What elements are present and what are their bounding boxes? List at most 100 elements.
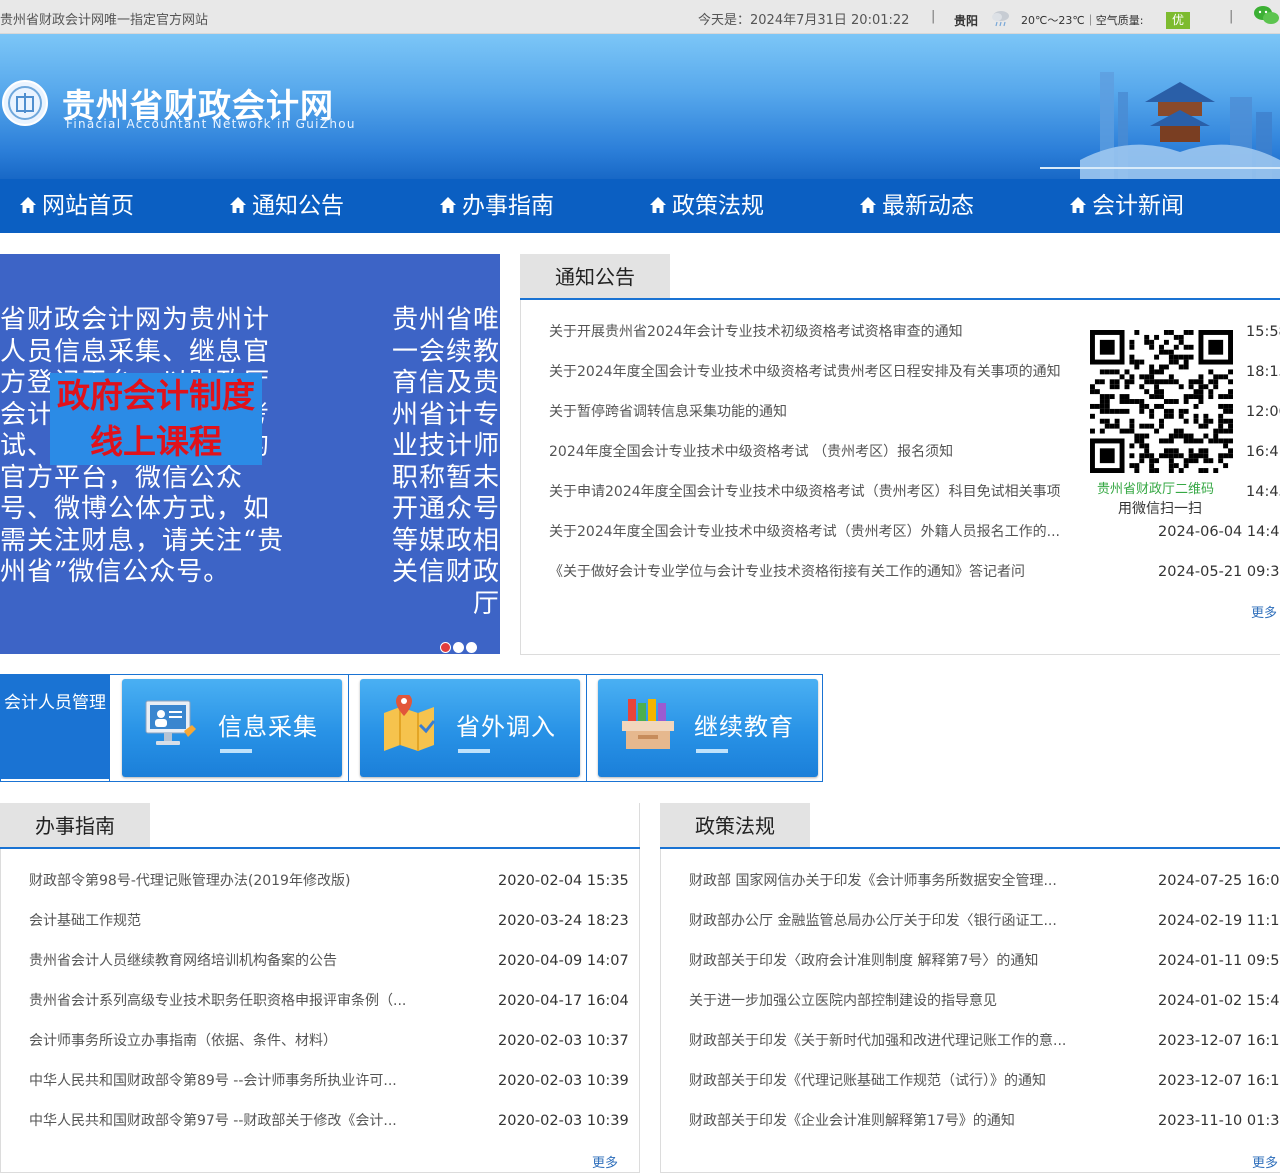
nav-label: 网站首页 (42, 193, 134, 219)
nav-label: 政策法规 (672, 193, 764, 219)
notice-panel: 通知公告 关于开展贵州省2024年会计专业技术初级资格考试资格审查的通知 15:5… (520, 254, 1280, 655)
city-skyline-image (1040, 72, 1280, 179)
item-date: 2020-03-24 18:23 (498, 913, 629, 929)
item-date: 15:58 (1246, 324, 1280, 340)
item-date: 18:15 (1246, 364, 1280, 380)
site-logo-icon[interactable] (2, 80, 48, 126)
nav-latest[interactable]: 最新动态 (859, 191, 974, 221)
transfer-in-button[interactable]: 省外调入 (360, 679, 580, 777)
nav-label: 会计新闻 (1092, 193, 1184, 219)
divider (586, 675, 587, 781)
item-title[interactable]: 关于2024年度全国会计专业技术中级资格考试贵州考区日程安排及有关事项的通知 (549, 362, 1082, 382)
policy-more-link[interactable]: 更多 (1252, 1152, 1278, 1171)
item-date: 2023-12-07 16:15 (1158, 1033, 1280, 1049)
guide-tabbar: 办事指南 (0, 803, 640, 849)
item-title[interactable]: 关于进一步加强公立医院内部控制建设的指导意见 (689, 991, 1089, 1011)
site-subtitle: Finacial Accountant Network in GuiZhou (66, 117, 356, 131)
nav-policy[interactable]: 政策法规 (649, 191, 764, 221)
continuing-education-button[interactable]: 继续教育 (598, 679, 818, 777)
item-date: 2023-12-07 16:14 (1158, 1073, 1280, 1089)
slider-dot[interactable] (466, 642, 477, 653)
weather-city: 贵阳 (954, 14, 979, 28)
banner-slider[interactable]: 省财政会计网为贵州计人员信息采集、继息官方登记平台，以财政厅会计人员继续术资格考… (0, 254, 500, 654)
tab-policy[interactable]: 政策法规 (660, 803, 810, 847)
item-title[interactable]: 财政部关于印发《企业会计准则解释第17号》的通知 (689, 1111, 1089, 1131)
home-icon (440, 197, 456, 213)
item-title[interactable]: 财政部关于印发〈政府会计准则制度 解释第7号〉的通知 (689, 951, 1089, 971)
main-nav: 网站首页 通知公告 办事指南 政策法规 最新动态 会计新闻 (0, 179, 1280, 233)
wechat-icon[interactable] (1253, 4, 1280, 28)
nav-label: 办事指南 (462, 193, 554, 219)
item-title[interactable]: 关于开展贵州省2024年会计专业技术初级资格考试资格审查的通知 (549, 322, 1082, 342)
separator: | (931, 9, 936, 24)
item-date: 16:41 (1246, 444, 1280, 460)
nav-home[interactable]: 网站首页 (19, 191, 134, 221)
item-date: 2020-02-04 15:35 (498, 873, 629, 889)
item-title[interactable]: 贵州省会计人员继续教育网络培训机构备案的公告 (29, 951, 439, 971)
tab-notices[interactable]: 通知公告 (520, 254, 670, 298)
decor-bar (458, 749, 490, 753)
item-date: 2024-01-02 15:49 (1158, 993, 1280, 1009)
service-name: 省外调入 (456, 713, 556, 741)
item-title[interactable]: 关于申请2024年度全国会计专业技术中级资格考试（贵州考区）科目免试相关事项 (549, 482, 1082, 502)
item-title[interactable]: 关于2024年度全国会计专业技术中级资格考试（贵州考区）外籍人员报名工作的... (549, 522, 1094, 542)
nav-guide[interactable]: 办事指南 (439, 191, 554, 221)
item-title[interactable]: 财政部 国家网信办关于印发《会计师事务所数据安全管理... (689, 871, 1089, 891)
guide-more-link[interactable]: 更多 (592, 1152, 618, 1171)
home-icon (650, 197, 666, 213)
top-bar: 贵州省财政会计网唯一指定官方网站 今天是：2024年7月31日 20:01:22… (0, 0, 1280, 34)
item-title[interactable]: 《关于做好会计专业学位与会计专业技术资格衔接有关工作的通知》答记者问 (549, 562, 1094, 582)
decor-bar (220, 749, 252, 753)
item-title[interactable]: 贵州省会计系列高级专业技术职务任职资格申报评审条例（... (29, 991, 439, 1011)
tab-guide[interactable]: 办事指南 (0, 803, 150, 847)
item-title[interactable]: 中华人民共和国财政部令第89号 --会计师事务所执业许可... (29, 1071, 439, 1091)
slider-text-right: 贵州省唯一会续教育信及贵州省计专业技计师职称暂未开通众号等媒政相关信财政厅 (391, 305, 500, 619)
air-quality-badge: 优 (1166, 12, 1190, 29)
promo-line-1: 政府会计制度 (57, 376, 255, 415)
item-title[interactable]: 财政部关于印发《关于新时代加强和改进代理记账工作的意... (689, 1031, 1089, 1051)
slider-dot[interactable] (453, 642, 464, 653)
service-name: 继续教育 (694, 713, 794, 741)
notice-tabbar: 通知公告 (520, 254, 1280, 300)
slider-dot[interactable] (440, 642, 451, 653)
item-title[interactable]: 财政部关于印发《代理记账基础工作规范（试行）》的通知 (689, 1071, 1089, 1091)
item-date: 2020-02-03 10:37 (498, 1033, 629, 1049)
item-date: 2020-04-09 14:07 (498, 953, 629, 969)
item-date: 2020-04-17 16:04 (498, 993, 629, 1009)
books-icon (622, 699, 674, 749)
home-icon (20, 197, 36, 213)
separator: | (1229, 9, 1234, 24)
item-date: 2020-02-03 10:39 (498, 1113, 629, 1129)
decor-bar (696, 749, 728, 753)
home-icon (860, 197, 876, 213)
slider-dots (440, 638, 479, 654)
guide-panel: 办事指南 财政部令第98号-代理记账管理办法(2019年修改版) 2020-02-… (0, 803, 640, 1173)
item-title[interactable]: 财政部令第98号-代理记账管理办法(2019年修改版) (29, 871, 439, 891)
qr-scan-hint: 用微信扫一扫 (1118, 501, 1202, 517)
item-date: 2023-11-10 01:33 (1158, 1113, 1280, 1129)
nav-notices[interactable]: 通知公告 (229, 191, 344, 221)
item-title[interactable]: 中华人民共和国财政部令第97号 --财政部关于修改《会计... (29, 1111, 439, 1131)
item-title[interactable]: 2024年度全国会计专业技术中级资格考试 （贵州考区）报名须知 (549, 442, 1082, 462)
header-banner: 贵州省财政会计网 Finacial Accountant Network in … (0, 34, 1280, 179)
info-collect-button[interactable]: 信息采集 (122, 679, 342, 777)
home-icon (230, 197, 246, 213)
item-title[interactable]: 会计师事务所设立办事指南（依据、条件、材料） (29, 1031, 439, 1051)
item-date: 2024-05-21 09:30 (1158, 564, 1280, 580)
item-date: 2024-07-25 16:06 (1158, 873, 1280, 889)
qr-code-image (1090, 330, 1233, 473)
item-title[interactable]: 关于暂停跨省调转信息采集功能的通知 (549, 402, 1082, 422)
accountant-management-bar: 会计人员管理 信息采集 省外调入 继续教育 (0, 674, 823, 782)
nav-news[interactable]: 会计新闻 (1069, 191, 1184, 221)
notice-more-link[interactable]: 更多 (1251, 602, 1277, 621)
item-title[interactable]: 会计基础工作规范 (29, 911, 439, 931)
qr-caption: 贵州省财政厅二维码 (1097, 482, 1215, 497)
weather-temperature: 20℃～23℃｜空气质量: (1021, 14, 1144, 27)
management-label: 会计人员管理 (1, 675, 109, 779)
item-title[interactable]: 财政部办公厅 金融监管总局办公厅关于印发〈银行函证工... (689, 911, 1089, 931)
item-date: 12:06 (1246, 404, 1280, 420)
map-icon (384, 695, 436, 751)
promo-line-2: 线上课程 (90, 422, 222, 461)
home-icon (1070, 197, 1086, 213)
course-promo[interactable]: 政府会计制度 线上课程 (50, 373, 262, 465)
